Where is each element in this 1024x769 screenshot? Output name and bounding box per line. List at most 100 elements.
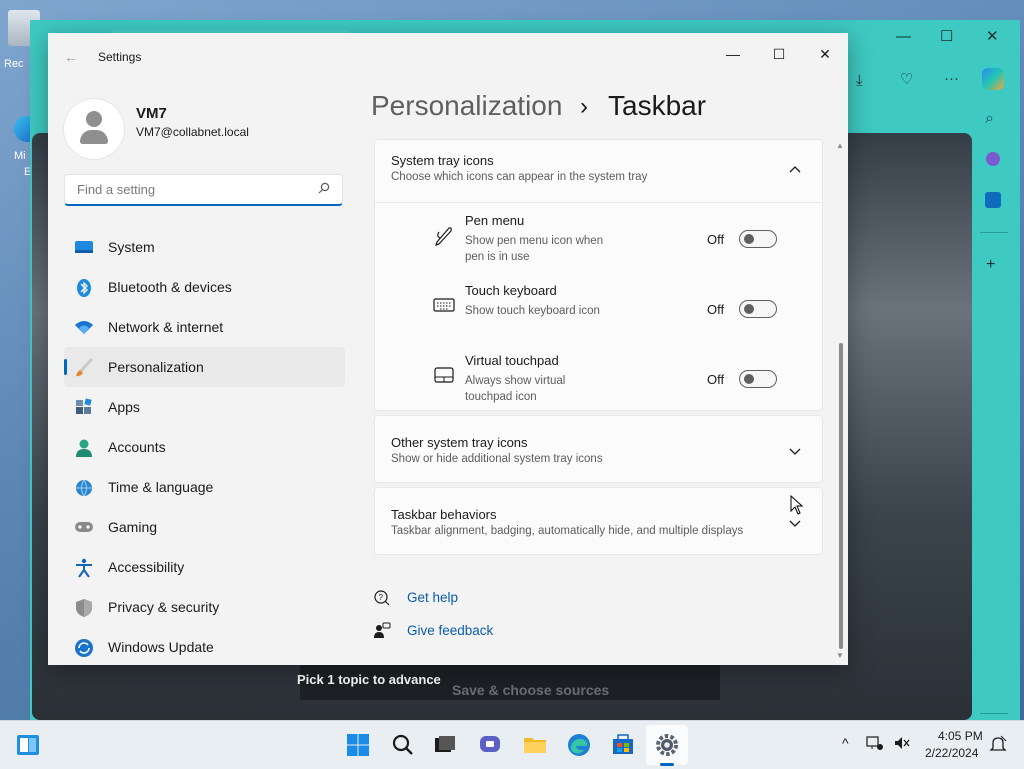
active-indicator (660, 763, 674, 766)
row-subtitle: Show pen menu icon when pen is in use (465, 235, 604, 263)
sidebar-item-gaming[interactable]: Gaming (64, 507, 345, 547)
window-title: Settings (98, 50, 142, 64)
sidebar-item-label: Apps (108, 399, 140, 415)
pen-menu-toggle[interactable] (739, 230, 777, 248)
user-email: VM7@collabnet.local (136, 125, 249, 139)
sidebar-item-accounts[interactable]: Accounts (64, 427, 345, 467)
section-subtitle: Show or hide additional system tray icon… (391, 453, 603, 465)
get-help-label: Get help (407, 590, 459, 605)
close-icon[interactable]: ✕ (986, 27, 999, 45)
health-icon[interactable]: ♡ (900, 70, 913, 88)
search-icon (318, 182, 330, 197)
add-icon[interactable]: + (986, 256, 995, 274)
sidebar-item-privacy[interactable]: Privacy & security (64, 587, 345, 627)
close-button[interactable]: ✕ (802, 39, 848, 69)
avatar-shoulders (80, 130, 108, 144)
nav-list: System Bluetooth & devices Network & int… (64, 227, 345, 665)
gamepad-icon (74, 518, 94, 536)
row-title: Pen menu (465, 213, 525, 228)
help-icon: ? (373, 589, 391, 607)
settings-window: ← Settings — ☐ ✕ VM7 VM7@collabnet.local… (48, 33, 848, 665)
clock-time[interactable]: 4:05 PM (938, 729, 983, 743)
chevron-down-icon (789, 443, 801, 459)
search-sidebar-icon[interactable]: ⌕ (985, 110, 994, 128)
pen-icon (433, 224, 455, 246)
apps-icon (74, 398, 94, 416)
row-subtitle: Show touch keyboard icon (465, 305, 600, 317)
sidebar-item-label: Accessibility (108, 559, 185, 575)
avatar[interactable] (64, 99, 124, 159)
row-title: Touch keyboard (465, 283, 557, 298)
shield-icon (74, 598, 94, 617)
breadcrumb-parent[interactable]: Personalization (371, 90, 562, 122)
toggle-knob (744, 234, 754, 244)
sidebar-item-label: Windows Update (108, 639, 214, 655)
chevron-up-icon (789, 160, 801, 176)
touch-keyboard-row: Touch keyboard Show touch keyboard icon … (375, 274, 822, 344)
system-icon (74, 238, 94, 256)
sidebar-item-bluetooth[interactable]: Bluetooth & devices (64, 267, 345, 307)
virtual-touchpad-toggle[interactable] (739, 370, 777, 388)
toggle-state-label: Off (707, 232, 725, 247)
store-icon[interactable] (611, 733, 635, 757)
section-title: Other system tray icons (391, 435, 528, 450)
section-title: Taskbar behaviors (391, 507, 497, 522)
sidebar-item-apps[interactable]: Apps (64, 387, 345, 427)
sidebar-item-time-language[interactable]: Time & language (64, 467, 345, 507)
sidebar-item-network[interactable]: Network & internet (64, 307, 345, 347)
clock-date[interactable]: 2/22/2024 (925, 746, 978, 760)
sidebar-item-label: Personalization (108, 359, 204, 375)
divider (375, 202, 822, 203)
downloads-icon[interactable]: ⤓ (856, 72, 863, 89)
search-icon[interactable] (391, 733, 415, 757)
toggle-state-label: Off (707, 302, 725, 317)
notification-icon[interactable] (989, 735, 1007, 756)
scrollbar-thumb[interactable] (839, 343, 843, 649)
sidebar-item-accessibility[interactable]: Accessibility (64, 547, 345, 587)
sidebar-item-system[interactable]: System (64, 227, 345, 267)
start-icon[interactable] (346, 733, 370, 757)
outlook-icon[interactable] (985, 192, 1001, 208)
chat-icon[interactable] (478, 733, 502, 757)
sidebar-divider (980, 232, 1008, 233)
toggle-state-label: Off (707, 372, 725, 387)
file-explorer-icon[interactable] (523, 733, 547, 757)
breadcrumb-separator-icon: › (580, 93, 588, 120)
system-tray-header[interactable]: System tray icons Choose which icons can… (375, 140, 822, 202)
edge-icon[interactable] (567, 733, 591, 757)
touchpad-icon (433, 364, 455, 386)
more-icon[interactable]: ··· (944, 70, 959, 87)
search-input[interactable] (75, 181, 309, 198)
sidebar-item-personalization[interactable]: Personalization (64, 347, 345, 387)
minimize-icon[interactable]: — (896, 28, 911, 45)
section-subtitle: Choose which icons can appear in the sys… (391, 171, 648, 183)
sidebar-item-label: Gaming (108, 519, 158, 535)
minimize-button[interactable]: — (710, 39, 756, 69)
pen-menu-row: Pen menu Show pen menu icon when pen is … (375, 204, 822, 274)
widgets-icon[interactable] (16, 733, 40, 757)
volume-muted-icon[interactable] (893, 735, 911, 754)
mouse-cursor-icon (790, 494, 804, 518)
maximize-button[interactable]: ☐ (756, 39, 802, 69)
scroll-down-icon[interactable]: ▼ (836, 651, 844, 660)
toggle-knob (744, 304, 754, 314)
touch-keyboard-toggle[interactable] (739, 300, 777, 318)
accessibility-icon (74, 558, 94, 578)
taskbar-behaviors-card[interactable]: Taskbar behaviors Taskbar alignment, bad… (374, 487, 823, 555)
sidebar-item-windows-update[interactable]: Windows Update (64, 627, 345, 665)
task-view-icon[interactable] (433, 733, 457, 757)
search-box[interactable] (64, 174, 343, 206)
chevron-up-icon[interactable]: ^ (842, 735, 849, 751)
copilot-icon[interactable] (982, 68, 1004, 90)
feedback-icon (373, 622, 391, 640)
desktop-icon-label: Rec (4, 58, 24, 70)
settings-icon[interactable] (655, 733, 679, 757)
back-arrow-icon[interactable]: ← (64, 49, 78, 65)
scroll-up-icon[interactable]: ▲ (836, 141, 844, 150)
sidebar-item-label: Bluetooth & devices (108, 279, 232, 295)
maximize-icon[interactable]: ☐ (940, 27, 953, 45)
sidebar-app-icon[interactable] (986, 152, 1000, 166)
network-icon[interactable] (866, 735, 884, 754)
other-tray-card[interactable]: Other system tray icons Show or hide add… (374, 415, 823, 483)
save-sources-button[interactable]: Save & choose sources (452, 682, 609, 698)
